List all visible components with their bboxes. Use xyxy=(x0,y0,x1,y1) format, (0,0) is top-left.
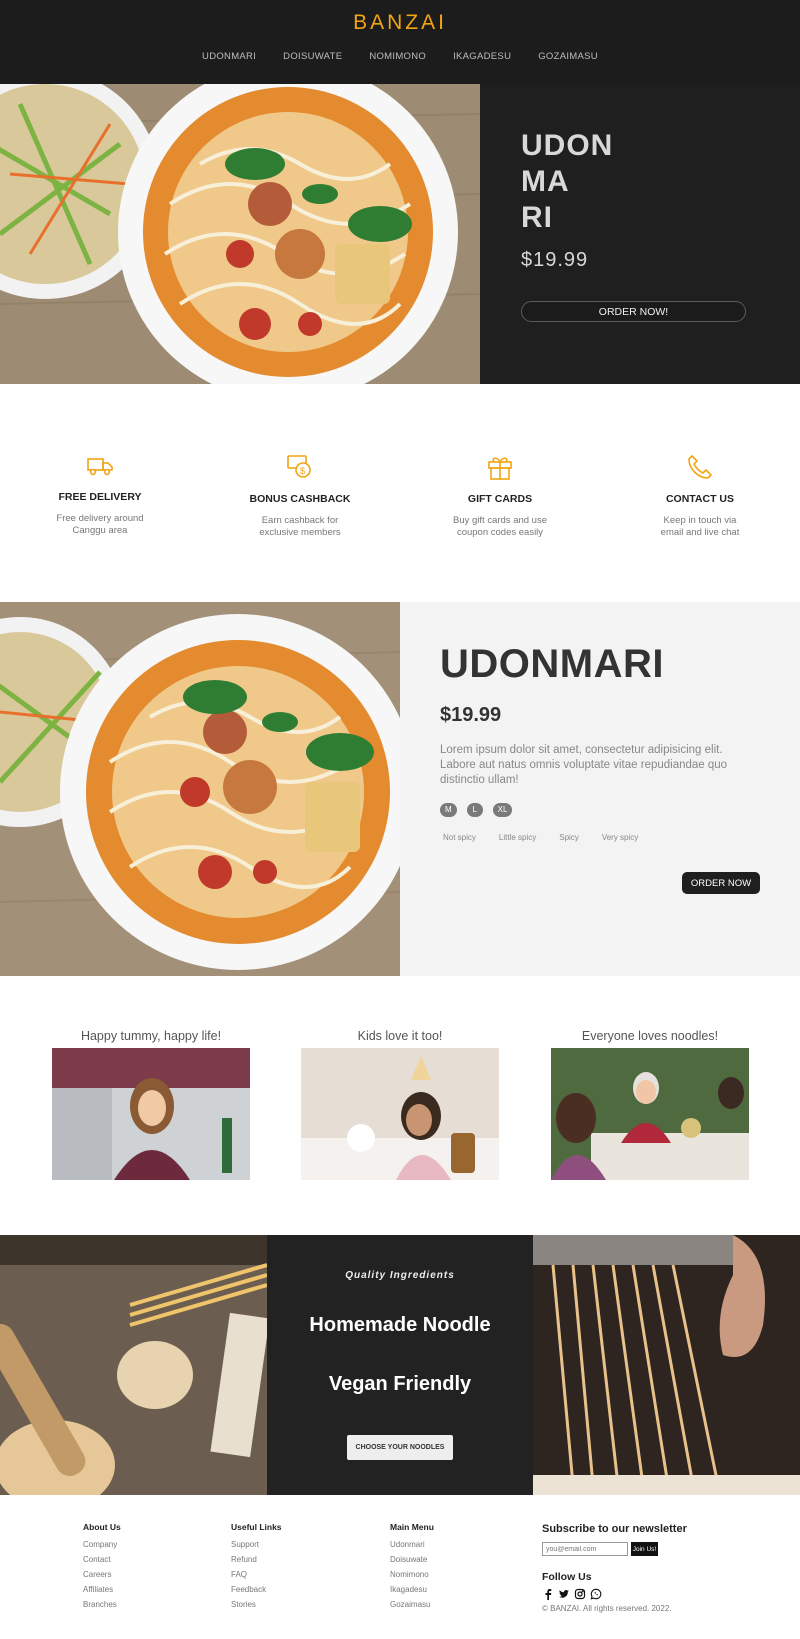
choose-noodles-button[interactable]: CHOOSE YOUR NOODLES xyxy=(347,1435,453,1460)
spice-option-little-spicy[interactable]: Little spicy xyxy=(499,833,536,842)
footer-link-doisuwate[interactable]: Doisuwate xyxy=(390,1555,434,1564)
quality-panel: Quality Ingredients Homemade Noodle Vega… xyxy=(267,1235,533,1495)
testimonial-caption: Everyone loves noodles! xyxy=(581,1029,719,1043)
newsletter-email-input[interactable] xyxy=(542,1542,628,1556)
nav-link-gozaimasu[interactable]: GOZAIMASU xyxy=(538,51,598,62)
quality-kicker: Quality Ingredients xyxy=(345,1270,455,1281)
product-section: UDONMARI $19.99 Lorem ipsum dolor sit am… xyxy=(0,602,800,976)
product-description: Lorem ipsum dolor sit amet, consectetur … xyxy=(440,744,728,786)
footer-column-title: About Us xyxy=(83,1522,121,1532)
footer-link-branches[interactable]: Branches xyxy=(83,1600,121,1609)
cashback-icon: $ xyxy=(220,453,380,481)
testimonial-caption: Kids love it too! xyxy=(357,1029,443,1043)
footer-link-contact[interactable]: Contact xyxy=(83,1555,121,1564)
family-dinner-photo xyxy=(551,1048,749,1180)
spice-selector: Not spicy Little spicy Spicy Very spicy xyxy=(443,833,661,842)
instagram-icon[interactable] xyxy=(574,1587,586,1600)
nav-link-udonmari[interactable]: UDONMARI xyxy=(202,51,256,62)
gift-icon xyxy=(420,453,580,481)
footer-link-affiliates[interactable]: Affiliates xyxy=(83,1585,121,1594)
hero-price: $19.99 xyxy=(521,249,589,271)
nav-link-nomimono[interactable]: NOMIMONO xyxy=(369,51,426,62)
footer-about-column: About Us Company Contact Careers Affilia… xyxy=(83,1522,121,1615)
brand-logo[interactable]: BANZAI xyxy=(0,11,800,35)
hero-section: UDON MA RI $19.99 ORDER NOW! xyxy=(0,84,800,384)
feature-bonus-cashback: $ BONUS CASHBACK Earn cashback for exclu… xyxy=(220,453,380,539)
footer-link-nomimono[interactable]: Nomimono xyxy=(390,1570,434,1579)
feature-free-delivery: FREE DELIVERY Free delivery around Cangg… xyxy=(20,453,180,537)
spice-option-not-spicy[interactable]: Not spicy xyxy=(443,833,476,842)
footer-link-feedback[interactable]: Feedback xyxy=(231,1585,282,1594)
spice-option-spicy[interactable]: Spicy xyxy=(559,833,579,842)
size-option-xl[interactable]: XL xyxy=(492,803,513,817)
site-footer: About Us Company Contact Careers Affilia… xyxy=(0,1495,800,1639)
testimonial-card: Everyone loves noodles! xyxy=(551,1029,749,1180)
truck-icon xyxy=(20,453,180,479)
product-order-button[interactable]: ORDER NOW xyxy=(682,872,760,894)
footer-column-title: Useful Links xyxy=(231,1522,282,1532)
feature-gift-cards: GIFT CARDS Buy gift cards and use coupon… xyxy=(420,453,580,539)
nav-link-ikagadesu[interactable]: IKAGADESU xyxy=(453,51,511,62)
size-option-l[interactable]: L xyxy=(466,803,483,817)
feature-desc: Keep in touch via email and live chat xyxy=(660,515,740,538)
feature-desc: Earn cashback for exclusive members xyxy=(259,515,341,538)
product-title: UDONMARI xyxy=(440,642,664,686)
footer-link-udonmari[interactable]: Udonmari xyxy=(390,1540,434,1549)
footer-column-title: Main Menu xyxy=(390,1522,434,1532)
product-price: $19.99 xyxy=(440,704,502,726)
newsletter-join-button[interactable]: Join Us! xyxy=(631,1542,658,1556)
testimonials-section: Happy tummy, happy life! Kids love it to… xyxy=(0,976,800,1235)
footer-link-company[interactable]: Company xyxy=(83,1540,121,1549)
footer-link-stories[interactable]: Stories xyxy=(231,1600,282,1609)
phone-icon xyxy=(620,453,780,481)
footer-link-refund[interactable]: Refund xyxy=(231,1555,282,1564)
footer-link-ikagadesu[interactable]: Ikagadesu xyxy=(390,1585,434,1594)
feature-contact-us: CONTACT US Keep in touch via email and l… xyxy=(620,453,780,539)
footer-link-faq[interactable]: FAQ xyxy=(231,1570,282,1579)
nav-link-doisuwate[interactable]: DOISUWATE xyxy=(283,51,342,62)
hero-noodle-bowl-image xyxy=(0,84,480,384)
top-navbar: BANZAI UDONMARI DOISUWATE NOMIMONO IKAGA… xyxy=(0,0,800,84)
feature-title: GIFT CARDS xyxy=(467,493,533,505)
social-links xyxy=(542,1587,602,1600)
homemade-noodle-heading: Homemade Noodle xyxy=(309,1314,491,1336)
product-noodle-bowl-image xyxy=(0,602,400,976)
feature-title: BONUS CASHBACK xyxy=(249,493,351,505)
hero-title: UDON MA RI xyxy=(521,129,614,234)
svg-text:$: $ xyxy=(300,466,305,476)
testimonial-card: Kids love it too! xyxy=(301,1029,499,1180)
footer-useful-links-column: Useful Links Support Refund FAQ Feedback… xyxy=(231,1522,282,1615)
quality-section: Quality Ingredients Homemade Noodle Vega… xyxy=(0,1235,800,1495)
testimonial-card: Happy tummy, happy life! xyxy=(52,1029,250,1180)
main-nav: UDONMARI DOISUWATE NOMIMONO IKAGADESU GO… xyxy=(0,51,800,62)
feature-desc: Free delivery around Canggu area xyxy=(56,513,144,536)
feature-desc: Buy gift cards and use coupon codes easi… xyxy=(453,515,547,538)
twitter-icon[interactable] xyxy=(558,1587,570,1599)
facebook-icon[interactable] xyxy=(542,1587,554,1600)
dough-rolling-photo xyxy=(0,1235,267,1495)
hero-order-button[interactable]: ORDER NOW! xyxy=(521,301,746,322)
footer-link-support[interactable]: Support xyxy=(231,1540,282,1549)
kid-eating-photo xyxy=(301,1048,499,1180)
whatsapp-icon[interactable] xyxy=(590,1587,602,1600)
size-selector: M L XL xyxy=(440,803,513,817)
footer-main-menu-column: Main Menu Udonmari Doisuwate Nomimono Ik… xyxy=(390,1522,434,1615)
spice-option-very-spicy[interactable]: Very spicy xyxy=(602,833,638,842)
copyright-text: © BANZAI. All rights reserved. 2022. xyxy=(542,1604,672,1613)
noodle-making-photo xyxy=(533,1235,800,1495)
newsletter-title: Subscribe to our newsletter xyxy=(542,1523,687,1535)
footer-link-gozaimasu[interactable]: Gozaimasu xyxy=(390,1600,434,1609)
size-option-m[interactable]: M xyxy=(440,803,457,817)
feature-title: CONTACT US xyxy=(665,493,735,505)
features-section: FREE DELIVERY Free delivery around Cangg… xyxy=(0,384,800,602)
follow-us-title: Follow Us xyxy=(542,1571,592,1583)
woman-eating-photo xyxy=(52,1048,250,1180)
testimonial-caption: Happy tummy, happy life! xyxy=(80,1029,222,1043)
vegan-friendly-heading: Vegan Friendly xyxy=(328,1373,472,1395)
footer-link-careers[interactable]: Careers xyxy=(83,1570,121,1579)
feature-title: FREE DELIVERY xyxy=(58,491,142,503)
